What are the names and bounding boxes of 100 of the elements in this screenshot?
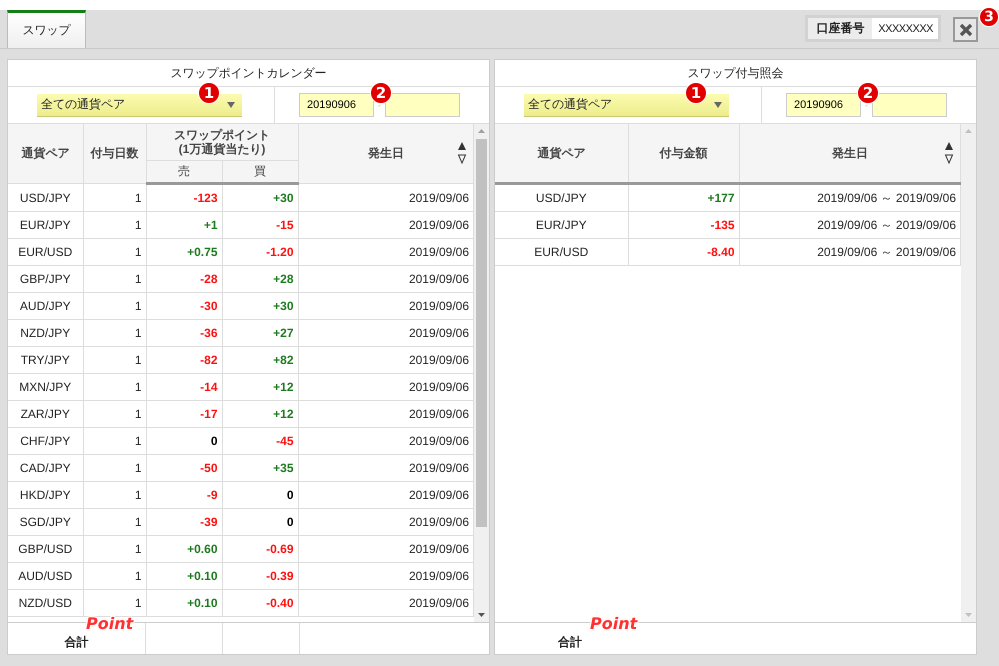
table-cell: AUD/USD [8, 562, 83, 590]
table-cell: +30 [222, 184, 298, 212]
table-cell: -28 [146, 266, 222, 292]
table-cell: +0.60 [146, 536, 222, 562]
column-header: 売 [146, 160, 222, 184]
table-cell: 1 [83, 184, 146, 212]
scrollbar[interactable] [474, 124, 489, 622]
table-cell: +82 [222, 346, 298, 374]
table-cell: 1 [83, 374, 146, 400]
table-cell: 2019/09/06 [298, 238, 474, 266]
table-cell: -0.39 [222, 562, 298, 590]
table-cell: -39 [146, 508, 222, 536]
table-cell: 1 [83, 238, 146, 266]
table-cell: +0.10 [146, 562, 222, 590]
table-cell: -15 [222, 212, 298, 238]
table-cell: 2019/09/06 [298, 482, 474, 508]
point-marker: Point [86, 614, 134, 633]
table-cell: 2019/09/06 [298, 346, 474, 374]
dropdown-caret-icon [714, 102, 722, 108]
table-cell: 2019/09/06 [298, 400, 474, 428]
table-cell: 2019/09/06 [298, 590, 474, 616]
table-cell: 2019/09/06 ～ 2019/09/06 [739, 238, 960, 266]
table-cell: MXN/JPY [8, 374, 83, 400]
table-cell: TRY/JPY [8, 346, 83, 374]
date-field[interactable] [384, 93, 460, 117]
table-cell: +30 [222, 292, 298, 320]
table-cell: -8.40 [628, 238, 739, 266]
column-header[interactable]: 発生日 [739, 124, 960, 184]
tab[interactable]: スワップ [7, 10, 86, 48]
table-cell: 1 [83, 320, 146, 346]
table-cell: -45 [222, 428, 298, 454]
table-cell: 2019/09/06 [298, 292, 474, 320]
table-cell: 1 [83, 508, 146, 536]
table-cell: -123 [146, 184, 222, 212]
table-cell: 1 [83, 482, 146, 508]
column-header: 付与金額 [628, 124, 739, 184]
table-cell: -135 [628, 212, 739, 238]
sort-icon[interactable] [457, 141, 467, 165]
account-number: XXXXXXXX [872, 18, 938, 39]
date-field[interactable]: 20190906 [299, 93, 374, 117]
date-field[interactable] [872, 93, 947, 117]
table-cell: -30 [146, 292, 222, 320]
table-cell: +12 [222, 374, 298, 400]
number-marker: 3 [979, 7, 999, 27]
table-cell: 0 [222, 482, 298, 508]
column-header: スワップポイント (1万通貨当たり) [146, 124, 298, 160]
table-cell: GBP/JPY [8, 266, 83, 292]
table-cell: 2019/09/06 [298, 454, 474, 482]
close-button[interactable] [953, 17, 978, 42]
date-separator: - [378, 100, 381, 110]
point-marker: Point [590, 614, 638, 633]
table-cell: 2019/09/06 [298, 536, 474, 562]
table-cell: 2019/09/06 ～ 2019/09/06 [739, 184, 960, 212]
table-cell: GBP/USD [8, 536, 83, 562]
table-cell: 1 [83, 212, 146, 238]
table-cell: 1 [83, 292, 146, 320]
table-cell: -0.69 [222, 536, 298, 562]
table-cell: 0 [222, 508, 298, 536]
number-marker: 1 [198, 82, 220, 104]
table-cell: SGD/JPY [8, 508, 83, 536]
column-header: 通貨ペア [495, 124, 628, 184]
table-cell: ZAR/JPY [8, 400, 83, 428]
table-cell: +28 [222, 266, 298, 292]
table-cell: -50 [146, 454, 222, 482]
table-cell: +27 [222, 320, 298, 346]
table-cell: -1.20 [222, 238, 298, 266]
column-header: 付与日数 [83, 124, 146, 184]
table-cell: +12 [222, 400, 298, 428]
table-cell: CAD/JPY [8, 454, 83, 482]
table-cell: -17 [146, 400, 222, 428]
table-cell: 1 [83, 400, 146, 428]
number-marker: 2 [370, 82, 392, 104]
dropdown-caret-icon [227, 102, 235, 108]
table-cell: 2019/09/06 [298, 428, 474, 454]
table-cell: -0.40 [222, 590, 298, 616]
table-cell: 0 [146, 428, 222, 454]
table-cell: CHF/JPY [8, 428, 83, 454]
scroll-thumb[interactable] [476, 139, 487, 527]
column-header[interactable]: 発生日 [298, 124, 474, 184]
table-cell: +35 [222, 454, 298, 482]
table-cell: 2019/09/06 [298, 212, 474, 238]
table-cell: +1 [146, 212, 222, 238]
table-cell: HKD/JPY [8, 482, 83, 508]
table-cell: -36 [146, 320, 222, 346]
table-cell: USD/JPY [495, 184, 628, 212]
table-cell: EUR/USD [495, 238, 628, 266]
table-cell: 1 [83, 346, 146, 374]
table-cell: 2019/09/06 [298, 184, 474, 212]
date-field[interactable]: 20190906 [786, 93, 861, 117]
table-cell: 1 [83, 590, 146, 616]
column-header: 通貨ペア [8, 124, 83, 184]
date-separator: - [865, 100, 868, 110]
table-cell: 2019/09/06 [298, 508, 474, 536]
table-cell: 1 [83, 536, 146, 562]
table-cell: -82 [146, 346, 222, 374]
sort-icon[interactable] [944, 141, 954, 165]
table-cell: NZD/USD [8, 590, 83, 616]
number-marker: 2 [857, 82, 879, 104]
table-cell: EUR/USD [8, 238, 83, 266]
number-marker: 1 [685, 82, 707, 104]
